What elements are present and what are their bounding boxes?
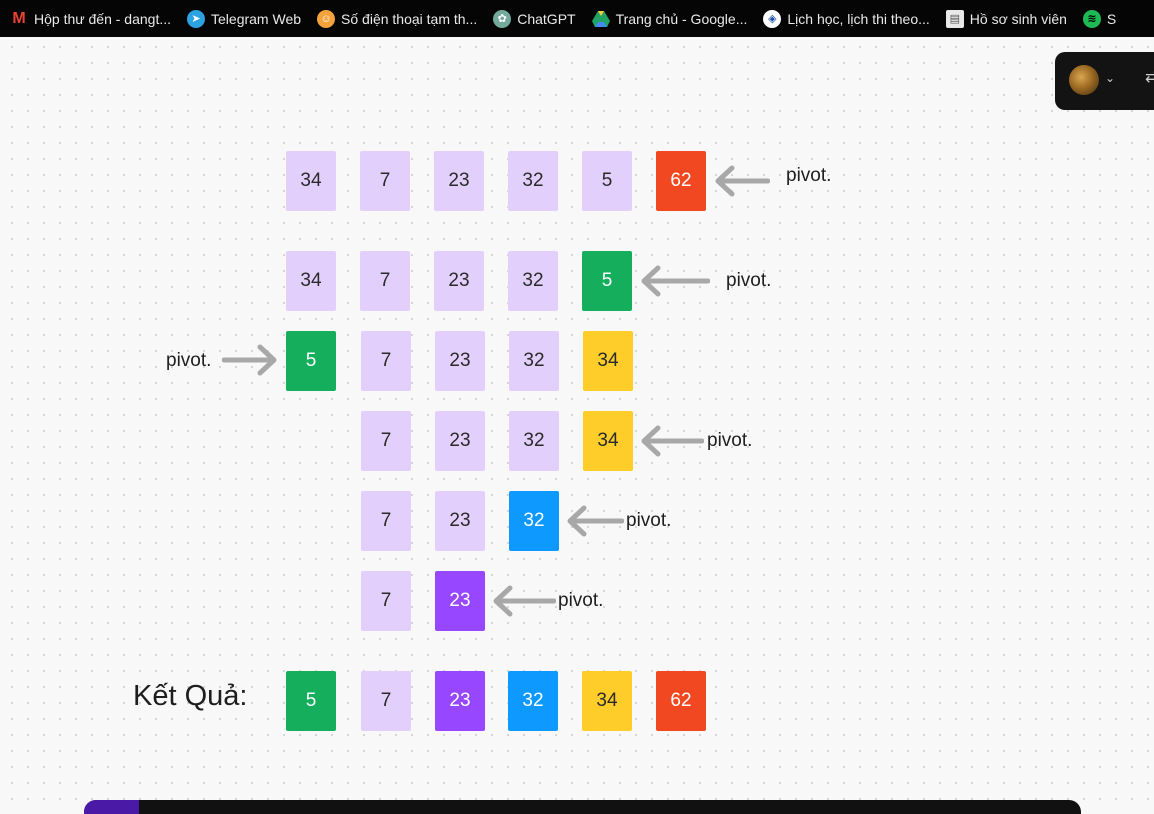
pivot-card[interactable]: 23 <box>435 571 485 631</box>
document-icon: ▤ <box>945 9 964 28</box>
pivot-label: pivot. <box>626 510 672 531</box>
bottom-toolbar[interactable] <box>84 800 1081 814</box>
card[interactable]: 23 <box>435 331 485 391</box>
profile-panel: ⌄ ⇄ <box>1055 52 1154 110</box>
chevron-down-icon[interactable]: ⌄ <box>1105 71 1115 85</box>
result-card[interactable]: 62 <box>656 671 706 731</box>
arrow-left-icon <box>567 505 624 537</box>
bookmark-label: ChatGPT <box>517 10 576 27</box>
card[interactable]: 7 <box>361 411 411 471</box>
result-card[interactable]: 7 <box>361 671 411 731</box>
toolbar-accent <box>84 800 139 814</box>
bookmark-gmail[interactable]: M Hộp thư đến - dangt... <box>10 0 171 37</box>
card[interactable]: 23 <box>435 411 485 471</box>
share-icon[interactable]: ⇄ <box>1145 67 1154 87</box>
bookmark-spotify[interactable]: ≋ S <box>1082 0 1117 37</box>
whiteboard-canvas[interactable]: ⌄ ⇄ 34 7 23 32 5 62 pivot. 34 7 23 32 5 … <box>0 37 1154 814</box>
pivot-card[interactable]: 32 <box>509 491 559 551</box>
gmail-icon: M <box>12 9 26 27</box>
card[interactable]: 34 <box>583 331 633 391</box>
university-icon: ◈ <box>763 9 782 28</box>
bookmark-label: Trang chủ - Google... <box>615 10 748 27</box>
bookmark-label: Lịch học, lịch thi theo... <box>787 10 930 27</box>
pivot-card[interactable]: 5 <box>582 251 632 311</box>
bookmark-chatgpt[interactable]: ✿ ChatGPT <box>493 0 576 37</box>
card[interactable]: 7 <box>361 331 411 391</box>
card[interactable]: 32 <box>508 251 558 311</box>
phone-icon: ☺ <box>317 9 336 28</box>
card[interactable]: 23 <box>434 251 484 311</box>
arrow-left-icon <box>493 585 556 617</box>
arrow-left-icon <box>641 425 704 457</box>
bookmarks-bar: M Hộp thư đến - dangt... ➤ Telegram Web … <box>0 0 1154 37</box>
card[interactable]: 23 <box>435 491 485 551</box>
bookmark-label: S <box>1106 10 1117 27</box>
card[interactable]: 32 <box>508 151 558 211</box>
card[interactable]: 7 <box>361 491 411 551</box>
chatgpt-icon: ✿ <box>493 9 512 28</box>
pivot-card[interactable]: 5 <box>286 331 336 391</box>
pivot-label: pivot. <box>786 165 832 186</box>
result-card[interactable]: 23 <box>435 671 485 731</box>
arrow-right-icon <box>222 344 277 376</box>
arrow-left-icon <box>715 165 770 197</box>
bookmark-telegram[interactable]: ➤ Telegram Web <box>187 0 301 37</box>
avatar[interactable] <box>1069 65 1099 95</box>
bookmark-schedule[interactable]: ◈ Lịch học, lịch thi theo... <box>763 0 930 37</box>
telegram-icon: ➤ <box>187 9 206 28</box>
result-card[interactable]: 5 <box>286 671 336 731</box>
card[interactable]: 7 <box>360 151 410 211</box>
bookmark-phone[interactable]: ☺ Số điện thoại tạm th... <box>317 0 477 37</box>
pivot-card[interactable]: 34 <box>583 411 633 471</box>
result-title: Kết Quả: <box>133 680 248 712</box>
card[interactable]: 32 <box>509 411 559 471</box>
pivot-label: pivot. <box>726 270 772 291</box>
pivot-label: pivot. <box>166 350 212 371</box>
bookmark-google-drive[interactable]: Trang chủ - Google... <box>591 0 748 37</box>
bookmark-label: Hồ sơ sinh viên <box>969 10 1067 27</box>
card[interactable]: 23 <box>434 151 484 211</box>
bookmark-student-profile[interactable]: ▤ Hồ sơ sinh viên <box>945 0 1067 37</box>
spotify-icon: ≋ <box>1082 9 1101 28</box>
card[interactable]: 5 <box>582 151 632 211</box>
card[interactable]: 34 <box>286 251 336 311</box>
arrow-left-icon <box>641 265 710 297</box>
pivot-label: pivot. <box>558 590 604 611</box>
card[interactable]: 7 <box>360 251 410 311</box>
card[interactable]: 32 <box>509 331 559 391</box>
bookmark-label: Telegram Web <box>211 10 302 27</box>
result-card[interactable]: 32 <box>508 671 558 731</box>
bookmark-label: Hộp thư đến - dangt... <box>34 10 172 27</box>
card[interactable]: 7 <box>361 571 411 631</box>
pivot-label: pivot. <box>707 430 753 451</box>
google-drive-icon <box>591 10 610 28</box>
pivot-card[interactable]: 62 <box>656 151 706 211</box>
card[interactable]: 34 <box>286 151 336 211</box>
result-card[interactable]: 34 <box>582 671 632 731</box>
bookmark-label: Số điện thoại tạm th... <box>341 10 478 27</box>
